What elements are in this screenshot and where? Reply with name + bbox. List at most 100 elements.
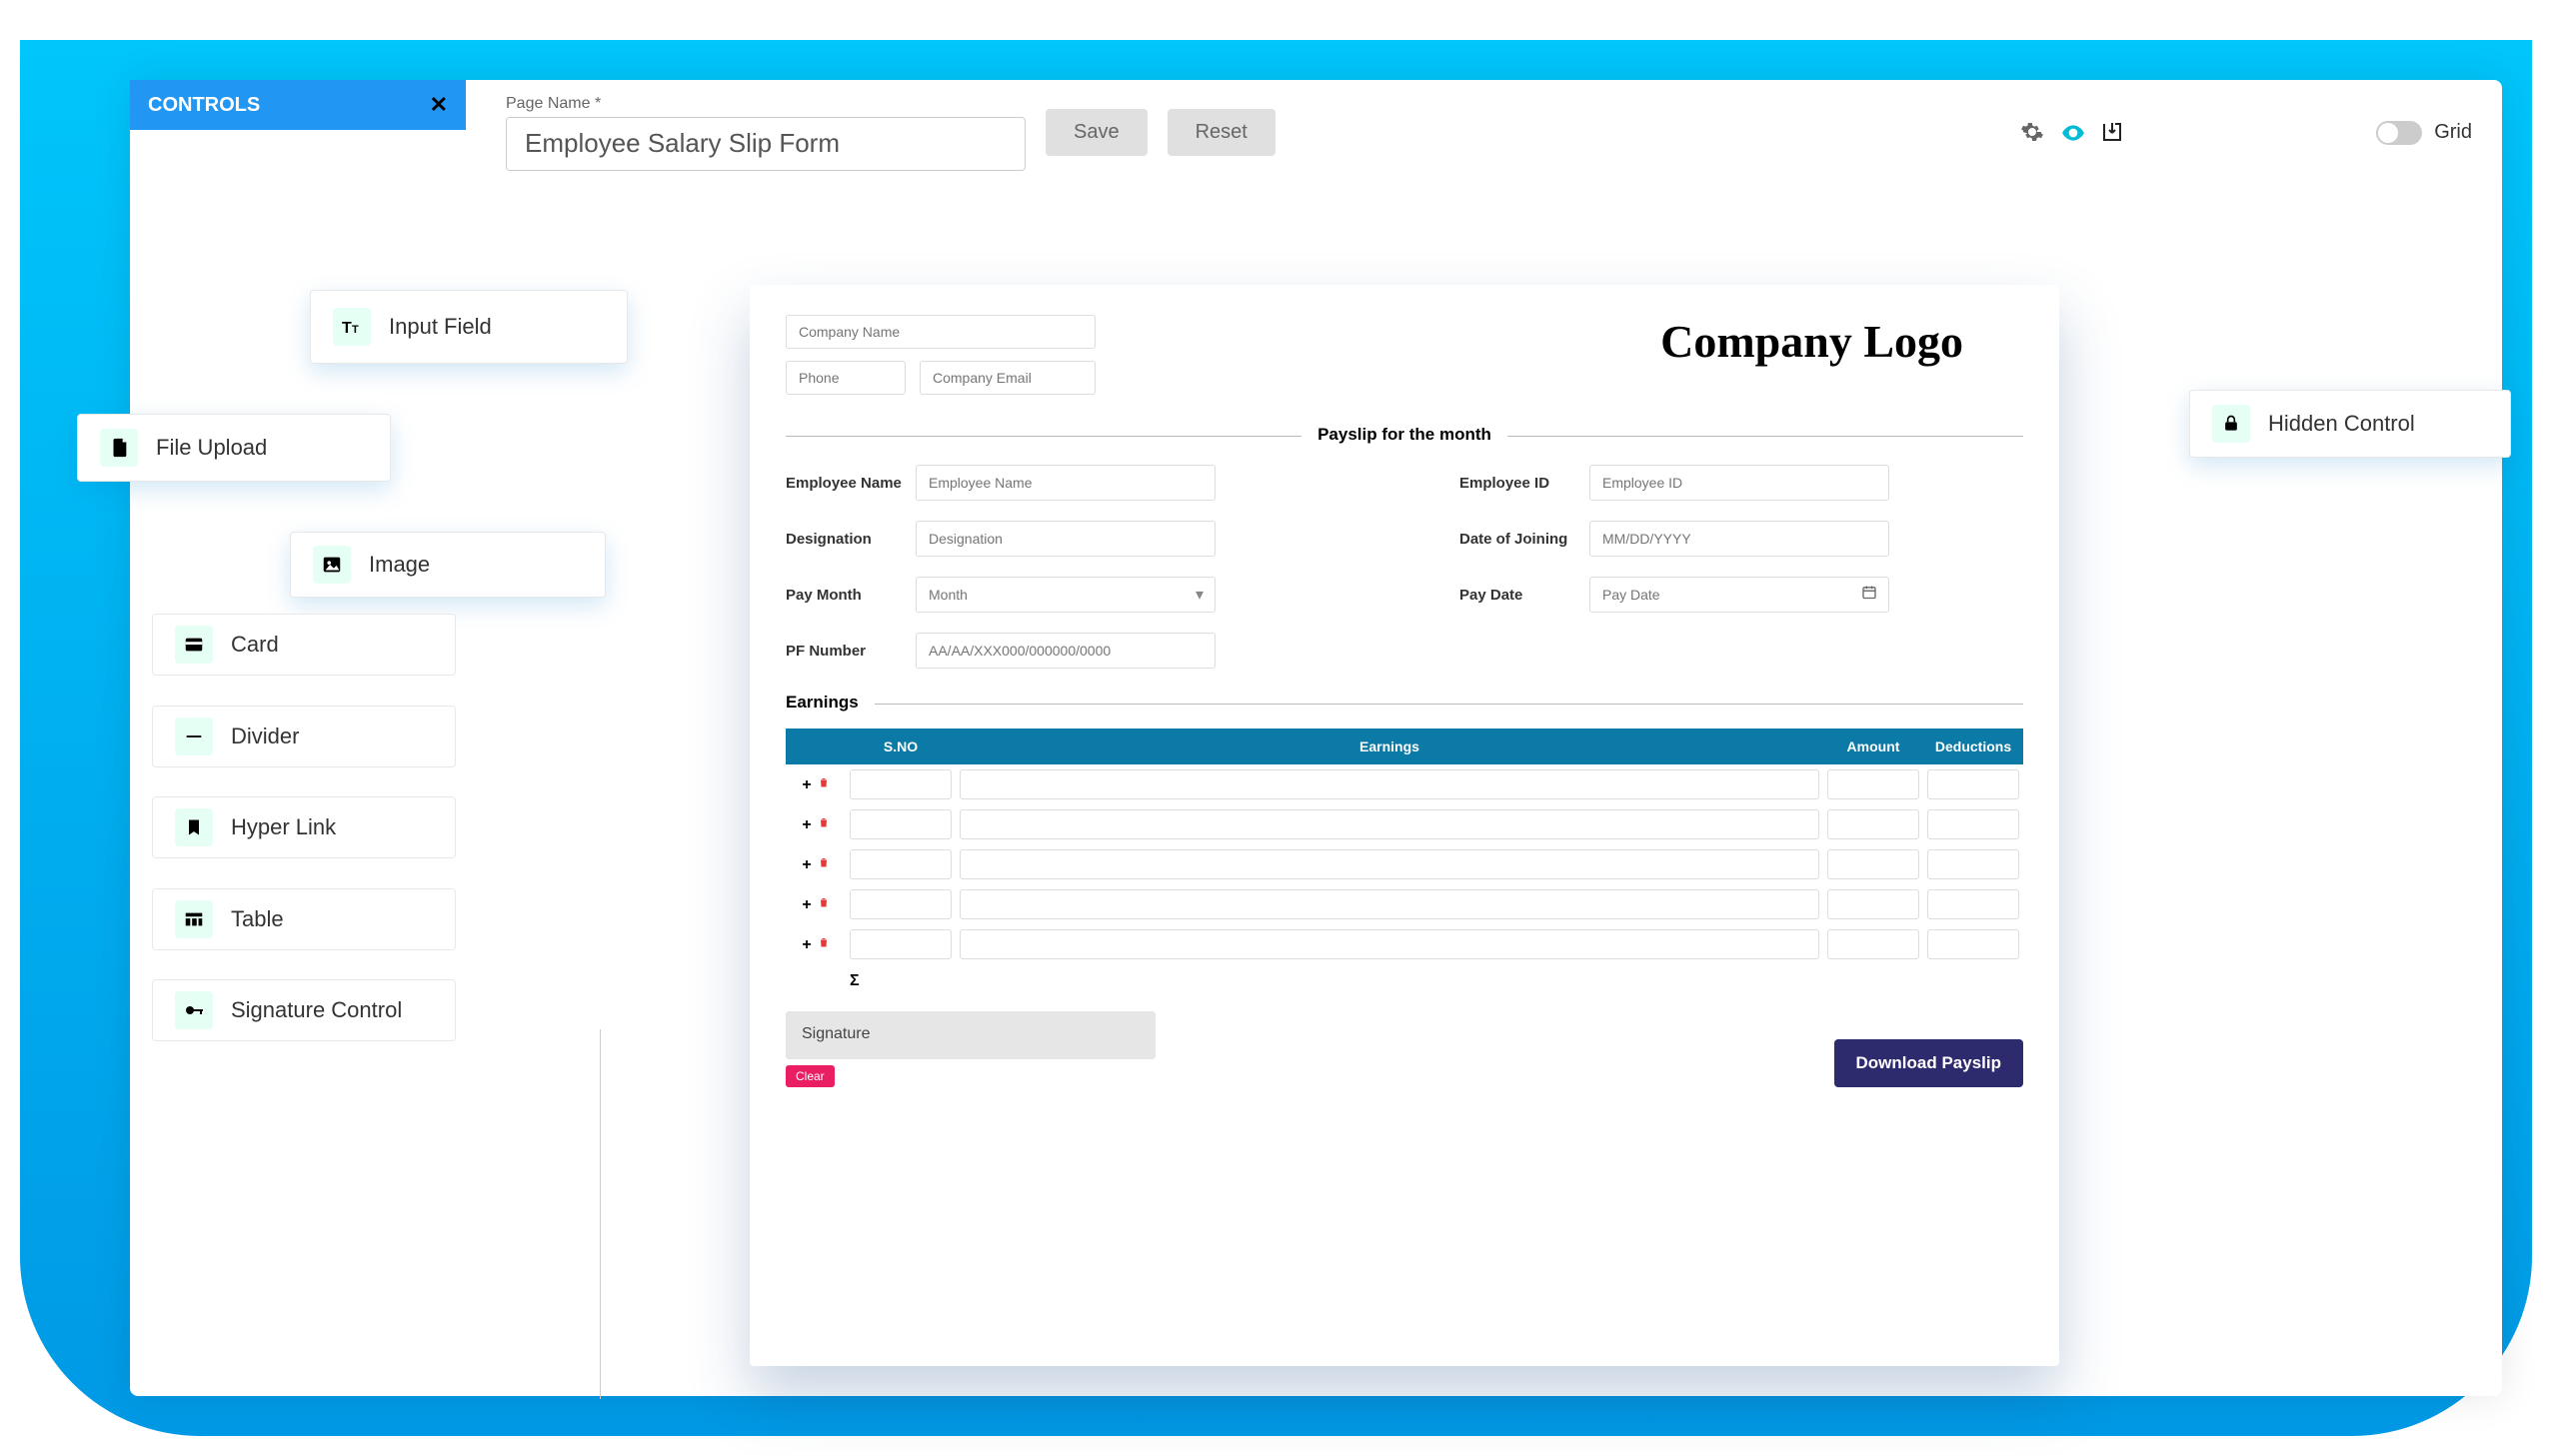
control-card-table[interactable]: Table [152,888,456,950]
control-card-input-field[interactable]: TT Input Field [310,290,628,364]
control-card-label: Signature Control [231,997,402,1023]
sno-input[interactable] [850,849,952,879]
table-row: + [786,924,2023,964]
image-icon [313,546,351,584]
grid-toggle-label: Grid [2434,121,2472,144]
control-card-label: Hyper Link [231,814,336,840]
control-card-label: Input Field [389,314,492,340]
signature-box[interactable]: Signature [786,1011,1156,1059]
control-card-image[interactable]: Image [290,532,606,598]
sno-input[interactable] [850,769,952,799]
eye-icon[interactable] [2060,120,2086,146]
employee-id-input[interactable] [1589,465,1889,501]
page-name-input[interactable] [506,117,1026,171]
company-logo-placeholder: Company Logo [1660,315,1963,395]
close-icon[interactable]: ✕ [430,92,448,118]
earnings-input[interactable] [960,849,1819,879]
trash-icon[interactable] [818,936,830,953]
designation-label: Designation [786,531,916,548]
add-row-icon[interactable]: + [802,896,811,913]
clear-signature-button[interactable]: Clear [786,1065,835,1087]
toolbar: Page Name * Save Reset Grid [466,80,2502,175]
svg-text:T: T [342,320,352,337]
form-canvas: Company Logo Payslip for the month Emplo… [750,285,2059,1366]
add-row-icon[interactable]: + [802,856,811,873]
amount-input[interactable] [1827,849,1919,879]
control-card-file-upload[interactable]: File Upload [77,414,391,482]
trash-icon[interactable] [818,776,830,793]
th-earnings: Earnings [956,728,1823,764]
control-card-card[interactable]: Card [152,614,456,676]
amount-input[interactable] [1827,809,1919,839]
deductions-input[interactable] [1927,889,2019,919]
gear-icon[interactable] [2020,120,2046,146]
trash-icon[interactable] [818,856,830,873]
lock-icon [2212,405,2250,443]
pf-number-label: PF Number [786,643,916,660]
employee-id-label: Employee ID [1459,475,1589,492]
download-payslip-button[interactable]: Download Payslip [1834,1039,2023,1087]
grid-toggle[interactable] [2376,121,2422,145]
deductions-input[interactable] [1927,929,2019,959]
earnings-section-title: Earnings [786,693,875,712]
add-row-icon[interactable]: + [802,936,811,953]
sno-input[interactable] [850,929,952,959]
date-of-joining-label: Date of Joining [1459,531,1589,548]
pf-number-input[interactable] [916,633,1216,669]
controls-panel-title: CONTROLS [148,94,260,117]
pay-month-label: Pay Month [786,587,916,604]
control-card-label: Table [231,906,284,932]
file-icon [100,429,138,467]
deductions-input[interactable] [1927,849,2019,879]
control-card-label: Image [369,552,430,578]
th-deductions: Deductions [1923,728,2023,764]
add-row-icon[interactable]: + [802,776,811,793]
sno-input[interactable] [850,889,952,919]
control-card-hyperlink[interactable]: Hyper Link [152,796,456,858]
company-email-input[interactable] [920,361,1096,395]
employee-name-label: Employee Name [786,475,916,492]
amount-input[interactable] [1827,889,1919,919]
company-name-input[interactable] [786,315,1096,349]
control-card-divider[interactable]: Divider [152,706,456,767]
table-icon [175,900,213,938]
reset-button[interactable]: Reset [1168,109,1276,156]
sigma-label: Σ [846,964,956,995]
earnings-table: S.NO Earnings Amount Deductions +++++ Σ [786,728,2023,995]
payslip-section-header: Payslip for the month [786,425,2023,447]
card-icon [175,626,213,664]
amount-input[interactable] [1827,769,1919,799]
trash-icon[interactable] [818,896,830,913]
signature-label: Signature [802,1025,871,1042]
pay-date-input[interactable] [1589,577,1889,613]
control-card-label: Divider [231,724,299,749]
earnings-input[interactable] [960,769,1819,799]
designation-input[interactable] [916,521,1216,557]
sno-input[interactable] [850,809,952,839]
control-card-signature[interactable]: Signature Control [152,979,456,1041]
payslip-section-title: Payslip for the month [1301,425,1507,444]
add-row-icon[interactable]: + [802,816,811,833]
key-icon [175,991,213,1029]
table-row: + [786,764,2023,804]
control-card-hidden[interactable]: Hidden Control [2189,390,2511,458]
th-amount: Amount [1823,728,1923,764]
earnings-input[interactable] [960,809,1819,839]
earnings-input[interactable] [960,889,1819,919]
table-row: + [786,804,2023,844]
controls-panel-header: CONTROLS ✕ [130,80,466,130]
phone-input[interactable] [786,361,906,395]
earnings-input[interactable] [960,929,1819,959]
deductions-input[interactable] [1927,769,2019,799]
table-row: + [786,884,2023,924]
pay-month-select[interactable] [916,577,1216,613]
date-of-joining-input[interactable] [1589,521,1889,557]
employee-name-input[interactable] [916,465,1216,501]
deductions-input[interactable] [1927,809,2019,839]
pay-date-label: Pay Date [1459,587,1589,604]
save-button[interactable]: Save [1046,109,1148,156]
trash-icon[interactable] [818,816,830,833]
control-card-label: Card [231,632,279,658]
export-icon[interactable] [2100,120,2126,146]
amount-input[interactable] [1827,929,1919,959]
